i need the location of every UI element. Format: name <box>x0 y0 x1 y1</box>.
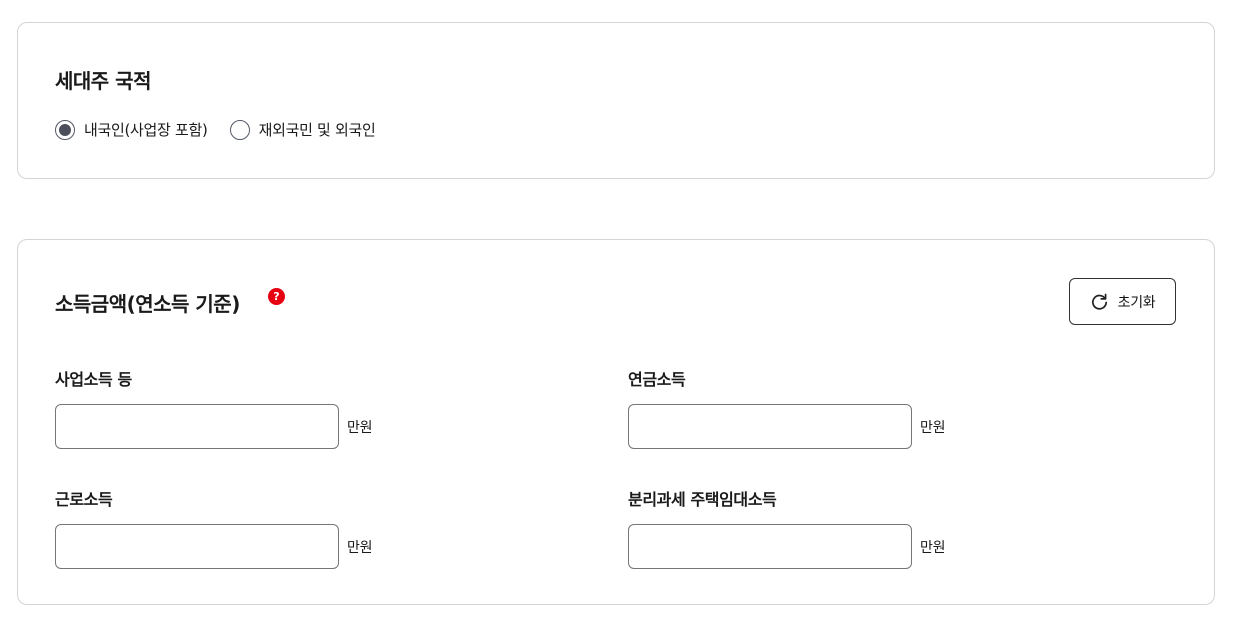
reset-button[interactable]: 초기화 <box>1069 278 1176 325</box>
radio-selected-dot <box>59 123 71 136</box>
earned-income-input[interactable] <box>55 524 339 569</box>
business-income-input[interactable] <box>55 404 339 449</box>
question-icon[interactable]: ? <box>268 288 285 305</box>
pension-income-input[interactable] <box>628 404 912 449</box>
radio-foreign[interactable]: 재외국민 및 외국인 <box>229 119 376 140</box>
income-card: 소득금액(연소득 기준) ? 초기화 사업소득 등 만원 연금소득 만원 근로소… <box>17 239 1215 605</box>
nationality-radio-group: 내국인(사업장 포함) 재외국민 및 외국인 <box>55 119 398 140</box>
radio-domestic[interactable]: 내국인(사업장 포함) <box>55 119 208 140</box>
rental-income-unit: 만원 <box>920 539 946 556</box>
income-title: 소득금액(연소득 기준) <box>55 292 240 316</box>
pension-income-label: 연금소득 <box>628 370 686 389</box>
pension-income-field: 연금소득 만원 <box>628 366 945 449</box>
refresh-icon <box>1091 293 1107 310</box>
earned-income-label: 근로소득 <box>55 490 113 509</box>
nationality-card: 세대주 국적 내국인(사업장 포함) 재외국민 및 외국인 <box>17 22 1215 179</box>
rental-income-field: 분리과세 주택임대소득 만원 <box>628 486 945 569</box>
rental-income-label: 분리과세 주택임대소득 <box>628 490 777 509</box>
radio-foreign-label[interactable]: 재외국민 및 외국인 <box>259 119 376 140</box>
nationality-title: 세대주 국적 <box>55 69 151 93</box>
radio-foreign-circle[interactable] <box>229 119 250 140</box>
earned-income-field: 근로소득 만원 <box>55 486 372 569</box>
business-income-field: 사업소득 등 만원 <box>55 366 372 449</box>
reset-label: 초기화 <box>1117 294 1156 311</box>
radio-domestic-circle[interactable] <box>55 119 75 140</box>
radio-domestic-label[interactable]: 내국인(사업장 포함) <box>84 119 208 140</box>
rental-income-input[interactable] <box>628 524 912 569</box>
pension-income-unit: 만원 <box>920 419 946 436</box>
business-income-unit: 만원 <box>347 419 373 436</box>
earned-income-unit: 만원 <box>347 539 373 556</box>
business-income-label: 사업소득 등 <box>55 370 132 389</box>
